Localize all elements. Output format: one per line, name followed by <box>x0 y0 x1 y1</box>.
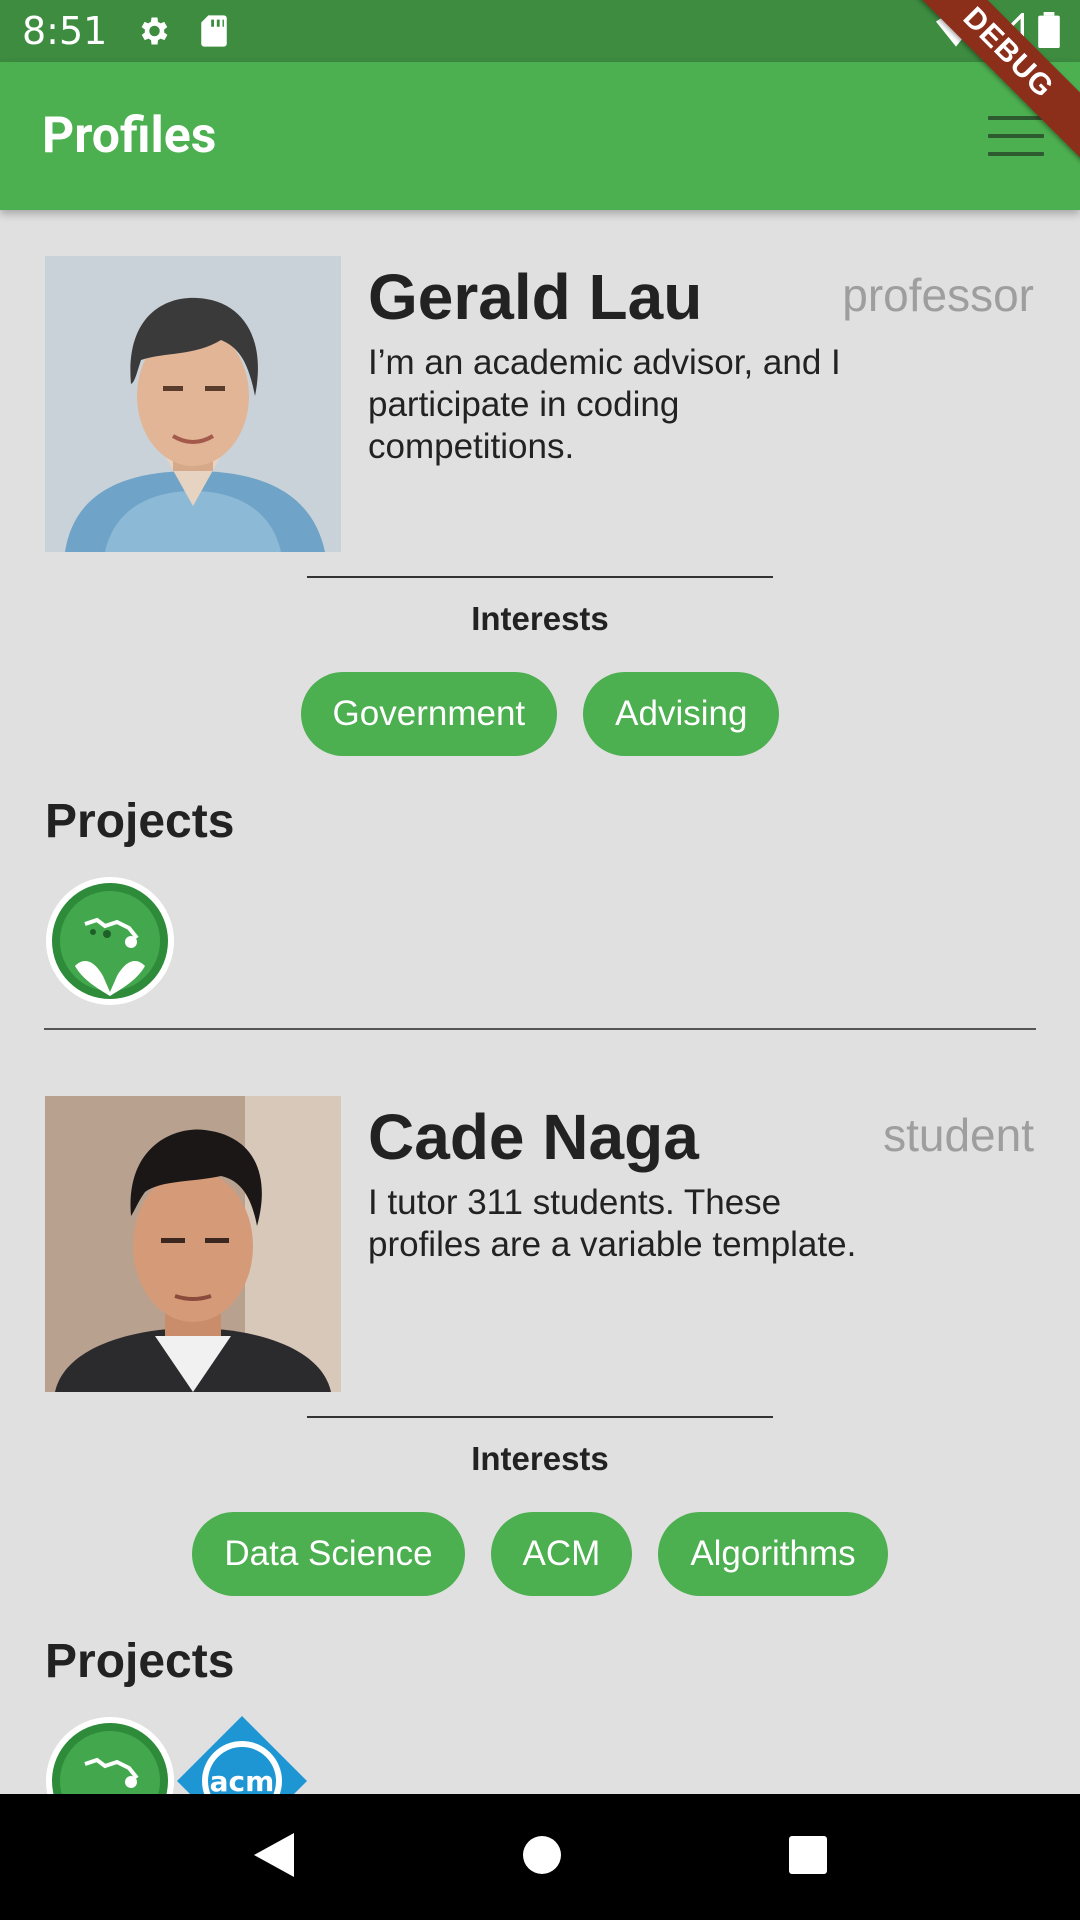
page-title: Profiles <box>42 107 217 165</box>
profile-bio: I’m an academic advisor, and I participa… <box>368 343 841 466</box>
profile-role: professor <box>842 269 1034 321</box>
acm-project-icon[interactable]: acm <box>177 1716 307 1794</box>
recents-icon[interactable] <box>788 1835 828 1880</box>
status-time: 8:51 <box>22 9 108 53</box>
profile-role: student <box>883 1109 1034 1161</box>
battery-icon <box>1038 12 1060 53</box>
menu-icon[interactable] <box>988 116 1044 156</box>
home-icon[interactable] <box>521 1834 563 1881</box>
project-icons <box>45 876 175 1011</box>
interest-chips: Government Advising <box>0 672 1080 756</box>
sd-card-icon <box>199 14 229 48</box>
divider <box>307 576 773 578</box>
projects-heading: Projects <box>45 795 235 848</box>
interest-chip[interactable]: ACM <box>490 1512 633 1596</box>
divider <box>307 1416 773 1418</box>
svg-text:acm: acm <box>210 1765 275 1794</box>
hawaii-project-icon[interactable] <box>45 876 175 1011</box>
interest-chip[interactable]: Government <box>300 672 558 756</box>
navigation-bar <box>0 1794 1080 1920</box>
interests-heading: Interests <box>471 1440 609 1477</box>
profile-bio: I tutor 311 students. These profiles are… <box>368 1183 857 1264</box>
interest-chip[interactable]: Data Science <box>192 1512 465 1596</box>
hawaii-project-icon[interactable] <box>45 1716 175 1794</box>
profile-photo <box>45 1096 341 1392</box>
profile-list[interactable]: Gerald Lau professor I’m an academic adv… <box>0 210 1080 1794</box>
profile-name: Cade Naga <box>368 1101 699 1173</box>
settings-icon <box>135 13 171 49</box>
back-icon[interactable] <box>252 1831 296 1884</box>
project-icons: acm <box>45 1716 307 1794</box>
status-bar: 8:51 <box>0 0 1080 62</box>
profile-name: Gerald Lau <box>368 261 703 333</box>
projects-heading: Projects <box>45 1635 235 1688</box>
interests-heading: Interests <box>471 600 609 637</box>
profile-photo <box>45 256 341 552</box>
interest-chip[interactable]: Advising <box>583 672 780 756</box>
profile-divider <box>44 1028 1036 1030</box>
app-bar: Profiles <box>0 62 1080 210</box>
interest-chips: Data Science ACM Algorithms <box>0 1512 1080 1596</box>
interest-chip[interactable]: Algorithms <box>658 1512 888 1596</box>
